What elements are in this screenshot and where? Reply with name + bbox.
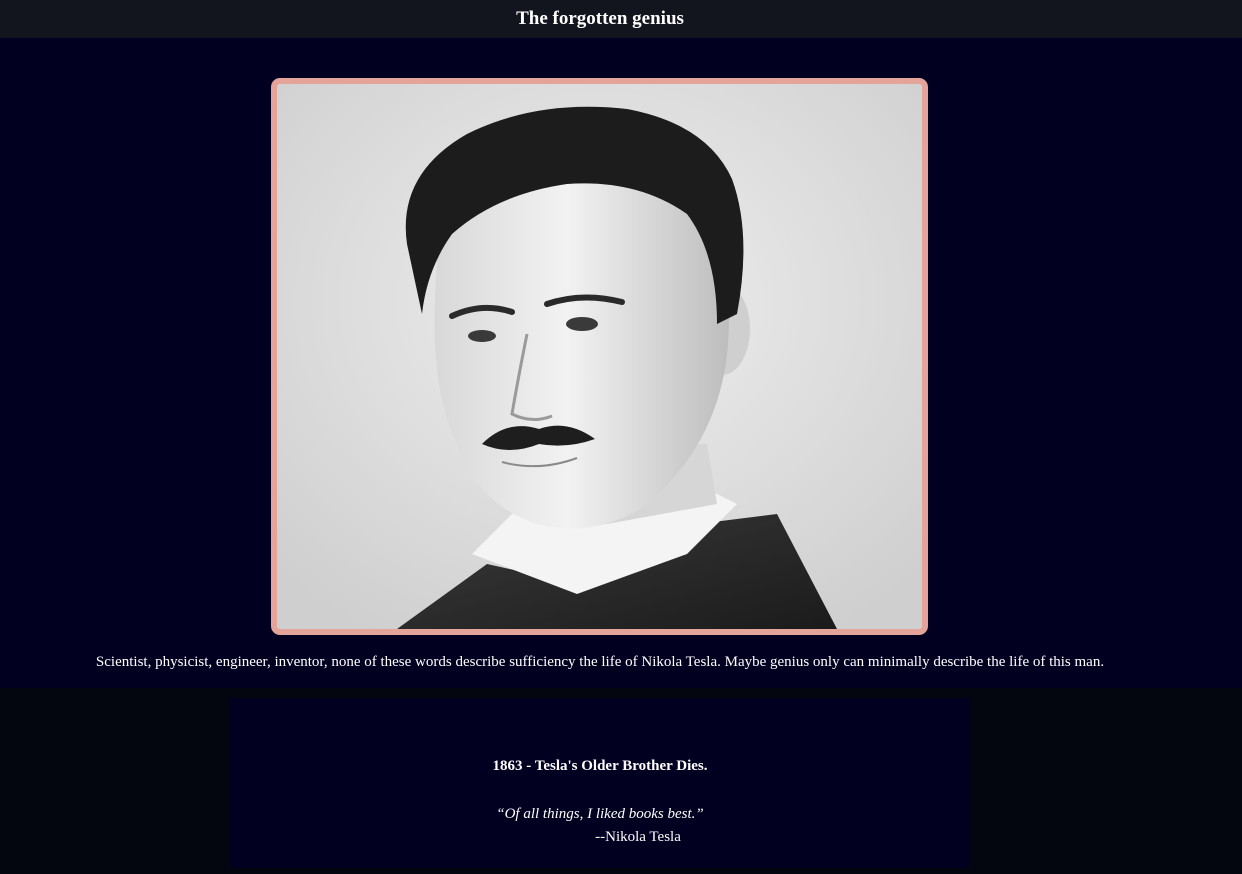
hero-caption: Scientist, physicist, engineer, inventor… bbox=[95, 654, 1105, 670]
event-quote: “Of all things, I liked books best.” bbox=[496, 806, 704, 822]
page-header: The forgotten genius bbox=[0, 0, 1242, 38]
portrait-illustration bbox=[277, 84, 922, 629]
tesla-portrait-image bbox=[271, 78, 928, 635]
hero-section: Scientist, physicist, engineer, inventor… bbox=[0, 38, 1242, 688]
timeline-event-card: 1863 - Tesla's Older Brother Dies. “Of a… bbox=[230, 698, 970, 868]
quote-author: --Nikola Tesla bbox=[595, 829, 681, 845]
event-title: 1863 - Tesla's Older Brother Dies. bbox=[492, 758, 708, 774]
timeline-section: 1863 - Tesla's Older Brother Dies. “Of a… bbox=[0, 688, 1242, 874]
page-title: The forgotten genius bbox=[516, 8, 684, 29]
